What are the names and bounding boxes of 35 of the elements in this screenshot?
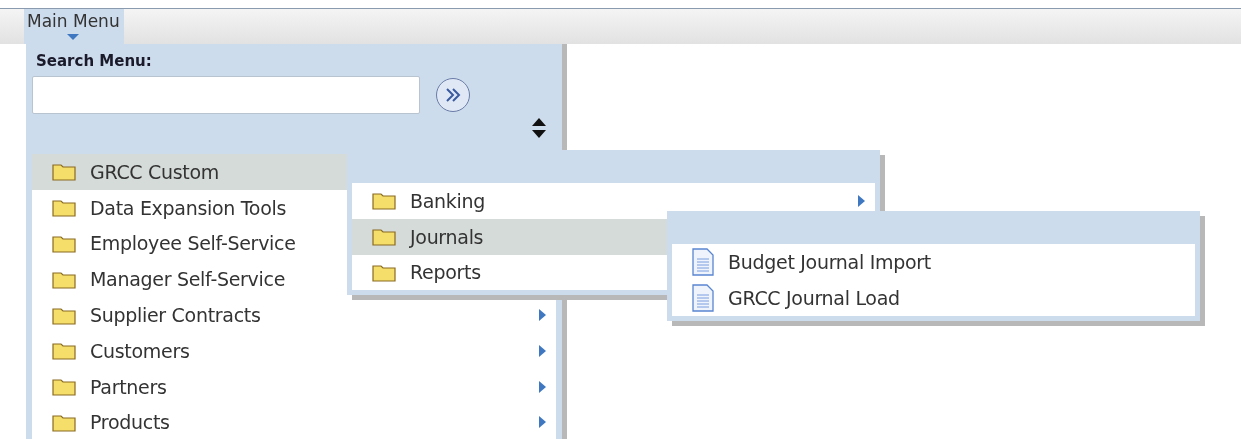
menu-item-label: Reports	[410, 261, 481, 284]
folder-icon	[52, 269, 76, 289]
folder-icon	[52, 305, 76, 325]
document-icon	[692, 247, 714, 276]
search-label: Search Menu:	[36, 52, 153, 70]
menu-item-label: Journals	[410, 225, 484, 248]
menu-item[interactable]: Partners	[32, 368, 556, 405]
menu-item[interactable]: Supplier Contracts	[32, 297, 556, 333]
folder-icon	[52, 341, 76, 361]
folder-icon	[52, 377, 76, 397]
main-menu-tab[interactable]: Main Menu	[24, 9, 124, 44]
double-chevron-icon	[445, 88, 461, 102]
folder-icon	[52, 234, 76, 253]
menu-item-label: Partners	[90, 375, 167, 398]
sort-icon[interactable]	[532, 118, 546, 138]
folder-icon	[52, 412, 76, 432]
menu-item-label: GRCC Custom	[90, 160, 220, 183]
menu-item-label: GRCC Journal Load	[728, 286, 900, 309]
folder-icon	[372, 263, 396, 282]
search-field[interactable]	[32, 76, 420, 114]
folder-icon	[52, 198, 76, 218]
menu-item[interactable]: GRCC Journal Load	[672, 279, 1195, 316]
menu-item-label: Customers	[90, 339, 190, 362]
search-go-button[interactable]	[436, 78, 470, 112]
folder-icon	[52, 162, 76, 182]
menu-item[interactable]: Products	[32, 404, 556, 439]
document-icon	[692, 283, 714, 312]
menu-item-label: Employee Self-Service	[90, 232, 296, 255]
menu-item-label: Banking	[410, 189, 485, 212]
menu-item[interactable]: Customers	[32, 333, 556, 369]
menu-item-label: Products	[90, 411, 170, 434]
folder-icon	[372, 227, 396, 247]
menu-item-label: Data Expansion Tools	[90, 196, 287, 219]
menu-item-label: Supplier Contracts	[90, 304, 261, 327]
menu-item-label: Manager Self-Service	[90, 268, 286, 291]
